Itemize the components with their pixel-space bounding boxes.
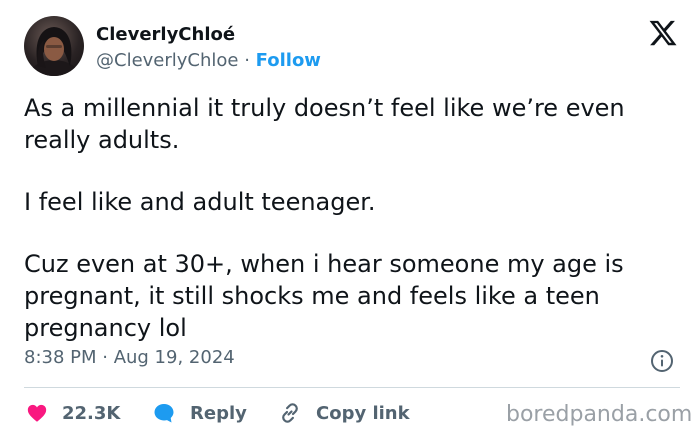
avatar-image bbox=[28, 27, 80, 76]
tweet-paragraph: Cuz even at 30+, when i hear someone my … bbox=[24, 250, 624, 342]
author-handle-row: @CleverlyChloe · Follow bbox=[96, 50, 321, 71]
info-icon[interactable] bbox=[650, 349, 674, 373]
avatar[interactable] bbox=[24, 16, 84, 76]
handle-separator: · bbox=[238, 50, 256, 71]
author-handle[interactable]: @CleverlyChloe bbox=[96, 50, 239, 71]
tweet-timestamp[interactable]: 8:38 PM · Aug 19, 2024 bbox=[24, 347, 235, 368]
x-logo-icon[interactable] bbox=[648, 18, 678, 48]
tweet-text: As a millennial it truly doesn’t feel li… bbox=[24, 92, 684, 344]
copy-link-label: Copy link bbox=[316, 402, 410, 424]
reply-label: Reply bbox=[190, 402, 247, 424]
heart-icon bbox=[27, 404, 47, 422]
tweet-paragraph: As a millennial it truly doesn’t feel li… bbox=[24, 94, 625, 154]
tweet-paragraph: I feel like and adult teenager. bbox=[24, 188, 376, 216]
watermark: boredpanda.com bbox=[506, 402, 693, 427]
reply-button[interactable]: Reply bbox=[152, 400, 247, 426]
divider bbox=[24, 387, 680, 388]
follow-button[interactable]: Follow bbox=[256, 50, 321, 71]
like-count: 22.3K bbox=[62, 402, 121, 424]
speech-bubble-icon bbox=[154, 404, 174, 423]
author-name[interactable]: CleverlyChloé bbox=[96, 24, 235, 45]
copy-link-button[interactable]: Copy link bbox=[278, 400, 410, 426]
tweet-card: CleverlyChloé @CleverlyChloe · Follow As… bbox=[0, 0, 700, 440]
link-icon bbox=[282, 403, 298, 423]
like-button[interactable]: 22.3K bbox=[26, 400, 120, 426]
